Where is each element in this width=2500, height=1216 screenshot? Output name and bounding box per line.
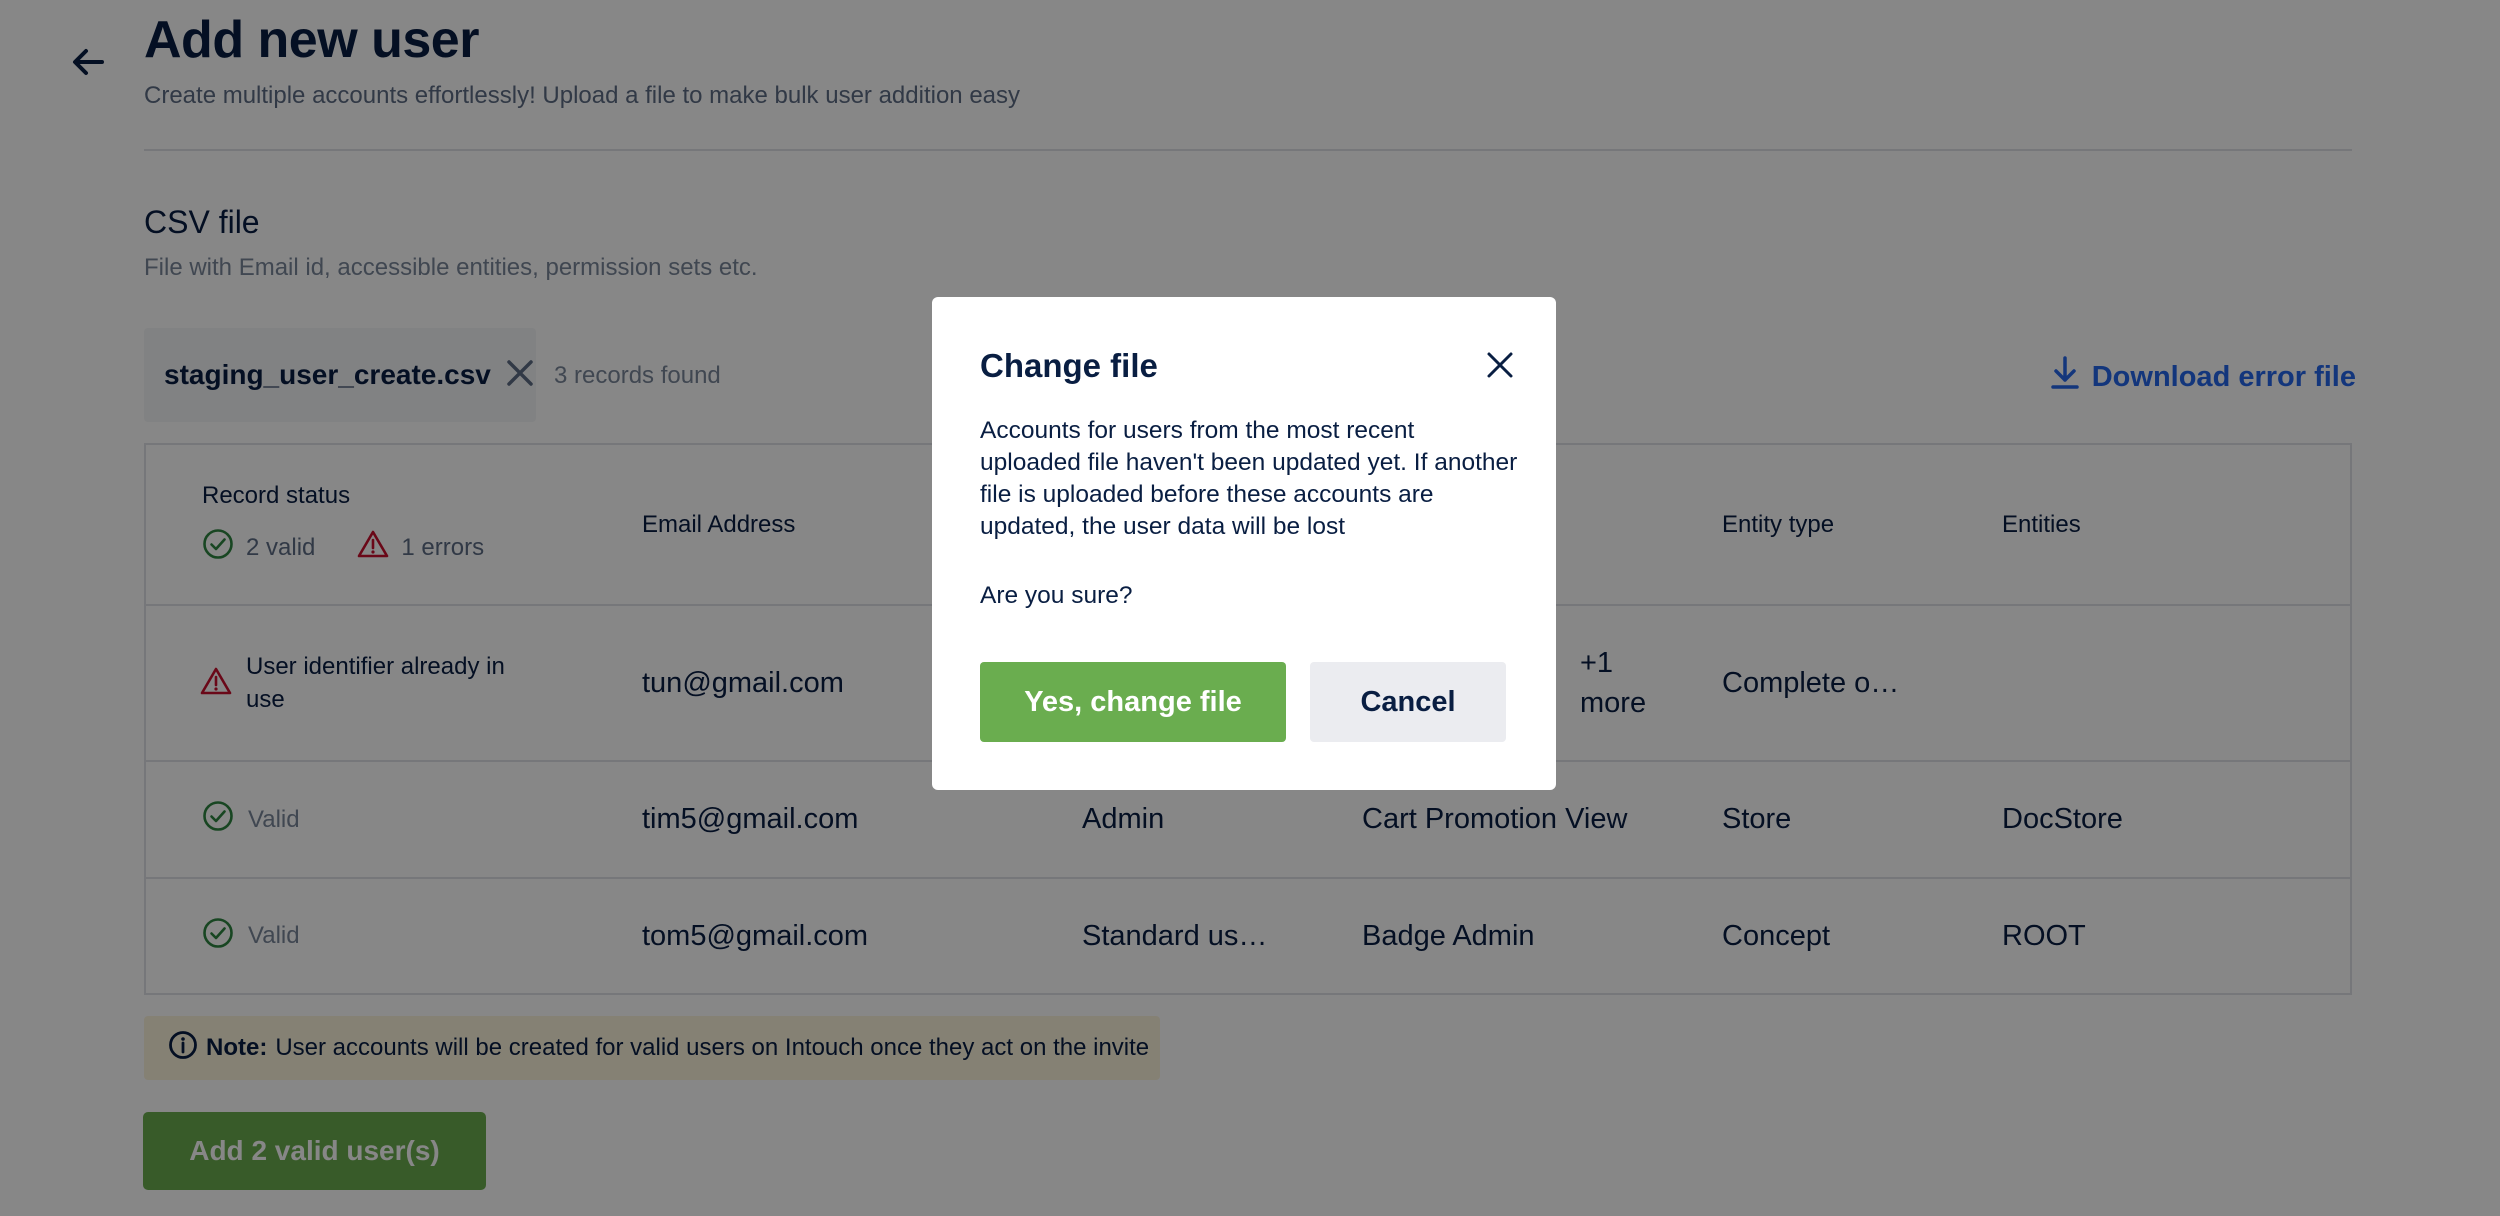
dialog-message: Accounts for users from the most recent …: [980, 417, 1518, 540]
close-icon: [1486, 351, 1514, 384]
confirm-change-file-button[interactable]: Yes, change file: [980, 662, 1286, 742]
change-file-dialog: Change file Accounts for users from the …: [932, 297, 1556, 790]
dialog-close-button[interactable]: [1480, 347, 1520, 387]
dialog-title: Change file: [980, 347, 1158, 384]
dialog-question: Are you sure?: [980, 582, 1133, 609]
cancel-button[interactable]: Cancel: [1310, 662, 1506, 742]
add-user-page: Add new user Create multiple accounts ef…: [0, 0, 2500, 1216]
